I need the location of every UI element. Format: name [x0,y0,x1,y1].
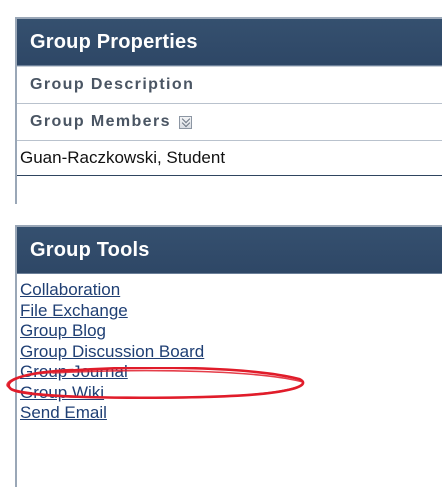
tool-link-send-email[interactable]: Send Email [20,403,442,424]
group-tools-list: Collaboration File Exchange Group Blog G… [17,274,442,424]
group-tools-panel: Group Tools Collaboration File Exchange … [15,225,442,487]
tool-link-group-discussion-board[interactable]: Group Discussion Board [20,342,442,363]
page: Group Properties Group Description Group… [0,0,442,487]
group-members-label: Group Members [30,113,171,130]
group-description-row[interactable]: Group Description [17,66,442,104]
tool-link-group-blog[interactable]: Group Blog [20,321,442,342]
group-properties-panel: Group Properties Group Description Group… [15,17,442,204]
tool-link-file-exchange[interactable]: File Exchange [20,301,442,322]
group-properties-header: Group Properties [17,19,442,66]
member-list-item: Guan-Raczkowski, Student [17,141,442,176]
tool-link-group-wiki[interactable]: Group Wiki [20,383,442,404]
group-description-label: Group Description [30,76,195,93]
group-tools-header: Group Tools [17,227,442,274]
group-members-row[interactable]: Group Members [17,104,442,141]
tool-link-collaboration[interactable]: Collaboration [20,280,442,301]
double-chevron-down-icon[interactable] [178,115,192,129]
tool-link-group-journal[interactable]: Group Journal [20,362,442,383]
